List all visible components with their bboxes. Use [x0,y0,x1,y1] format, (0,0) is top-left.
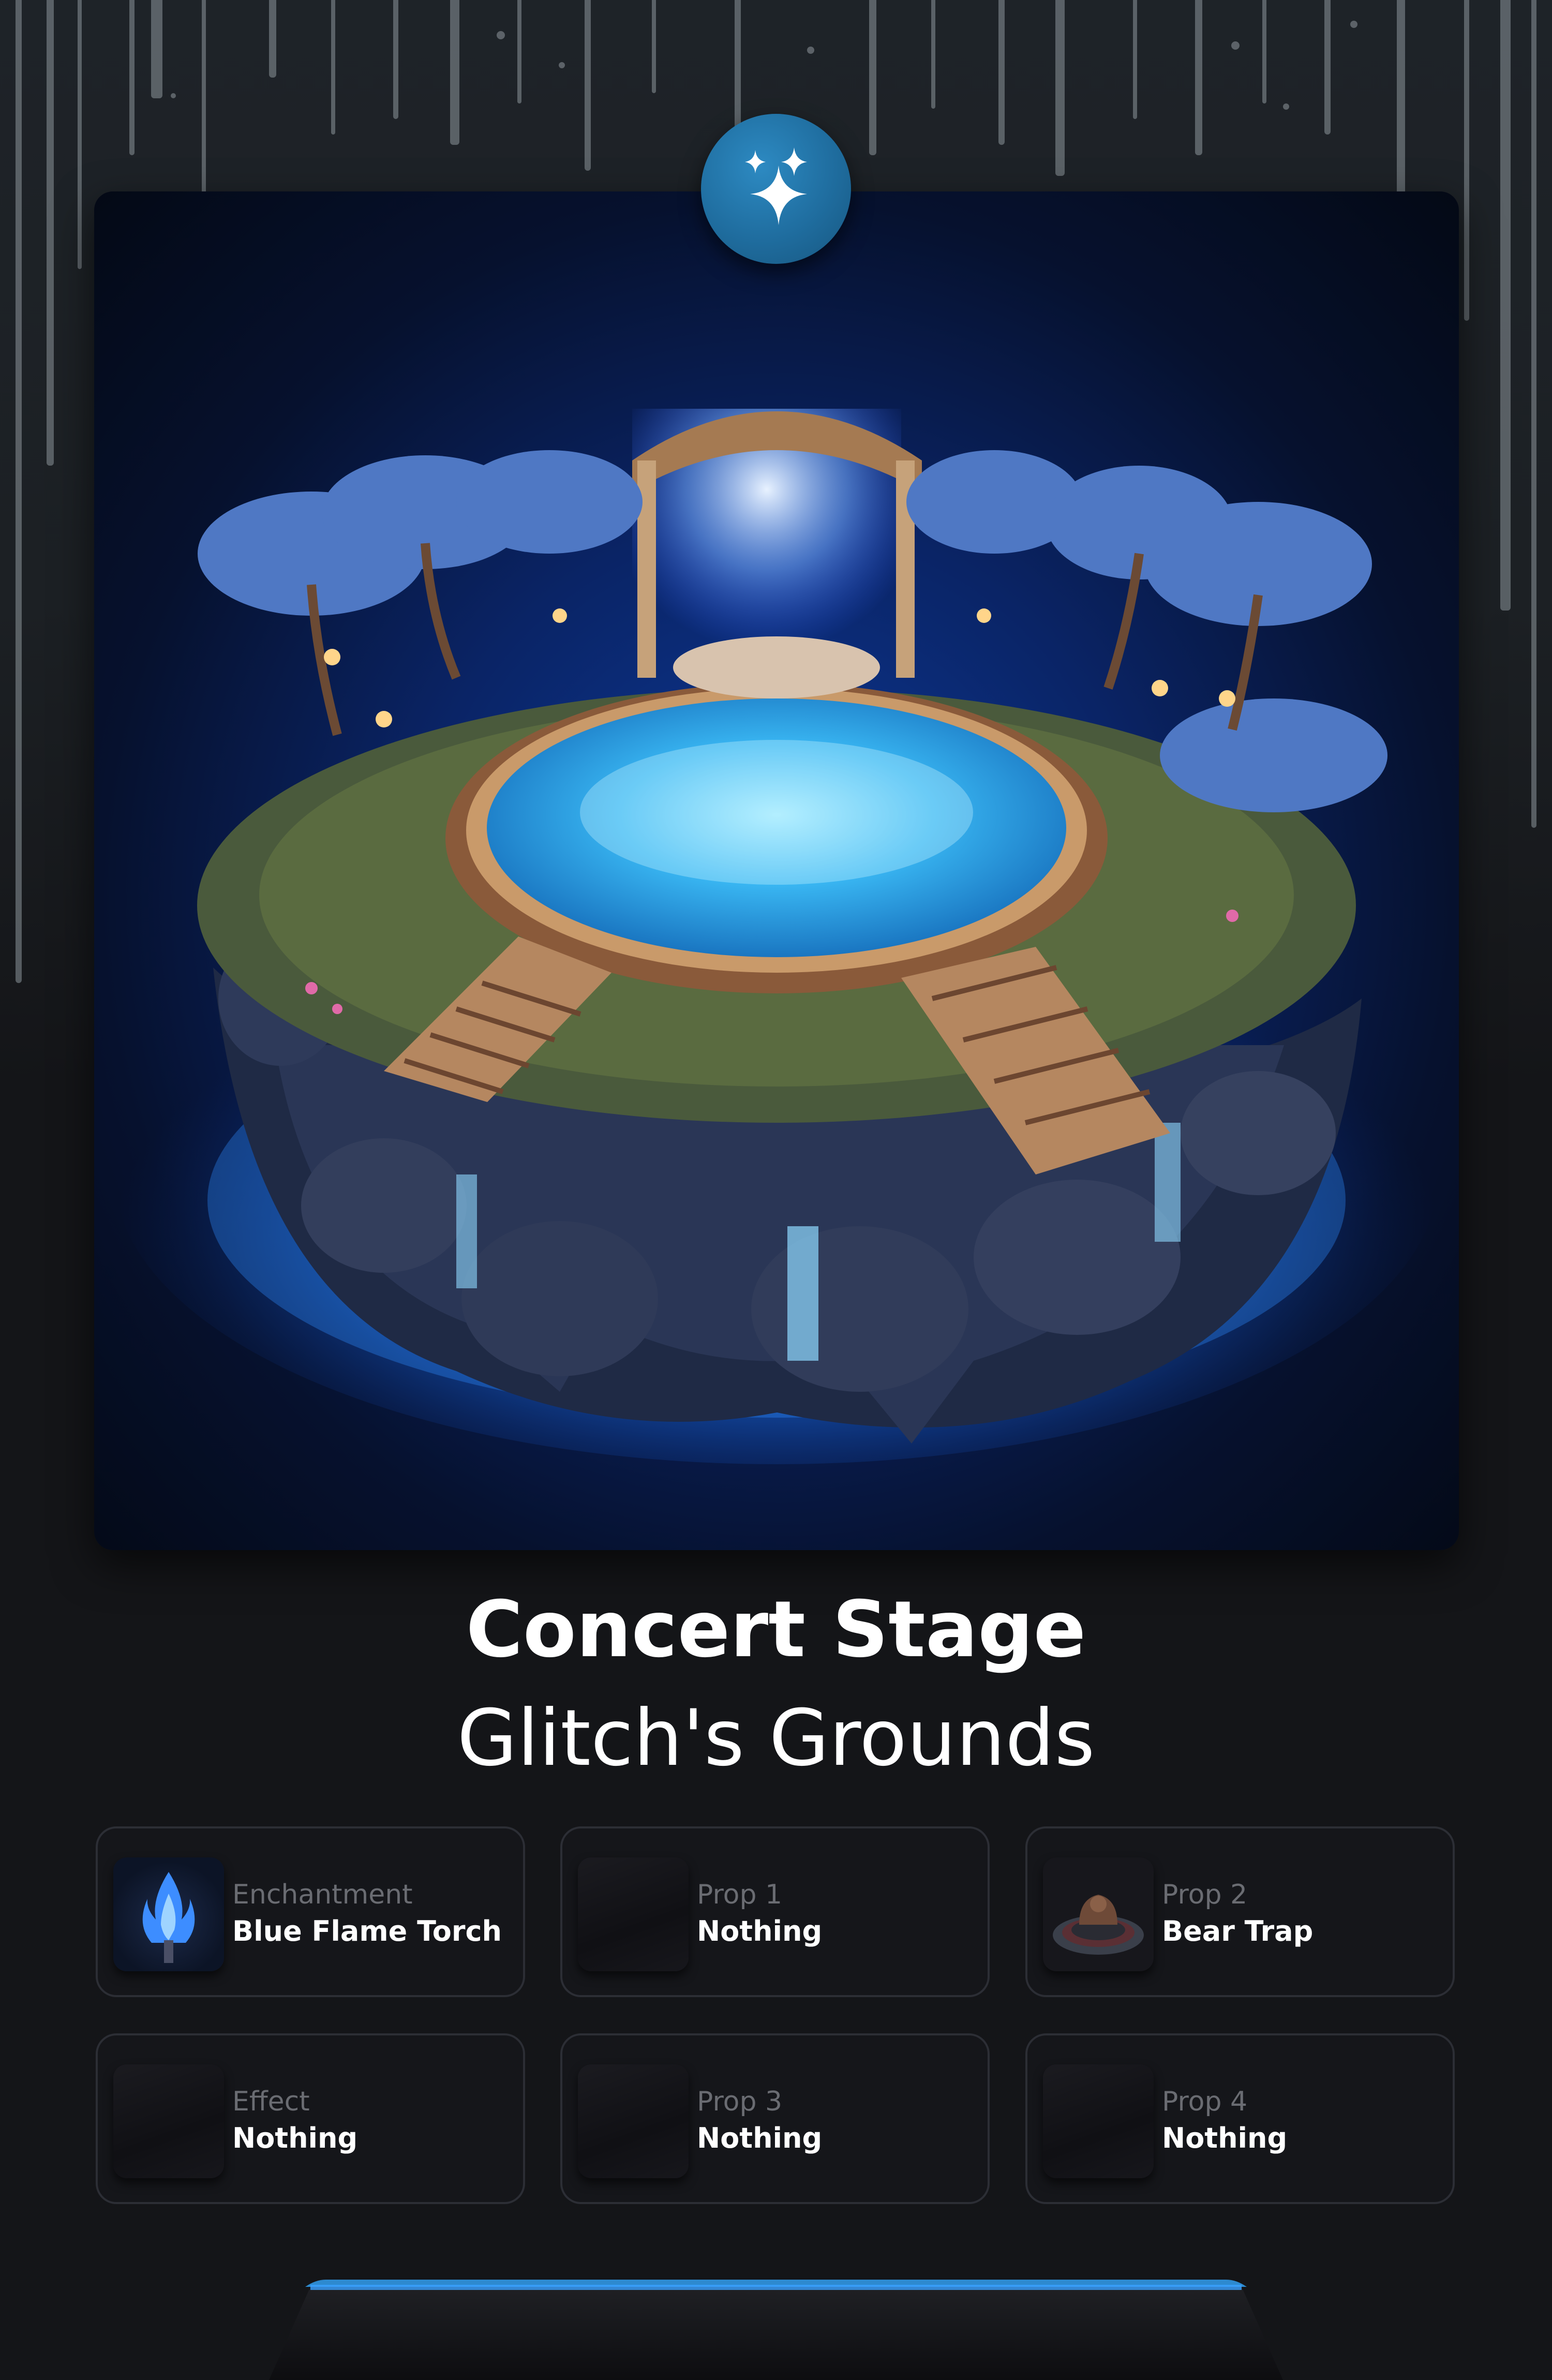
blue-flame-torch-icon [113,1857,224,1971]
slot-prop-1[interactable]: Prop 1 Nothing [560,1826,990,1997]
sparkle-icon [745,147,807,225]
slot-label: Prop 2 [1162,1879,1248,1910]
slot-value: Blue Flame Torch [232,1915,502,1947]
slot-prop-2[interactable]: Prop 2 Bear Trap [1025,1826,1455,1997]
slot-value: Nothing [1162,2122,1288,2154]
slot-label: Prop 1 [697,1879,783,1910]
slot-label: Prop 3 [697,2086,783,2117]
location-title: Concert Stage [466,1585,1086,1675]
slot-enchantment[interactable]: Enchantment Blue Flame Torch [96,1826,525,1997]
slot-effect[interactable]: Effect Nothing [96,2033,525,2204]
slot-prop-3[interactable]: Prop 3 Nothing [560,2033,990,2204]
empty-slot-icon [1043,2064,1154,2178]
empty-slot-icon [578,1857,689,1971]
slot-value: Nothing [697,1915,823,1947]
slot-value: Nothing [697,2122,823,2154]
slot-value: Nothing [232,2122,358,2154]
bottom-action-tab[interactable] [269,2280,1283,2380]
slot-label: Enchantment [232,1879,413,1910]
empty-slot-icon [578,2064,689,2178]
bear-trap-icon [1043,1857,1154,1971]
location-subtitle: Glitch's Grounds [457,1693,1095,1783]
empty-slot-icon [113,2064,224,2178]
sparkle-badge [701,114,851,264]
slot-label: Effect [232,2086,310,2117]
slot-value: Bear Trap [1162,1915,1314,1947]
location-artwork [94,191,1459,1550]
slot-label: Prop 4 [1162,2086,1248,2117]
slot-prop-4[interactable]: Prop 4 Nothing [1025,2033,1455,2204]
